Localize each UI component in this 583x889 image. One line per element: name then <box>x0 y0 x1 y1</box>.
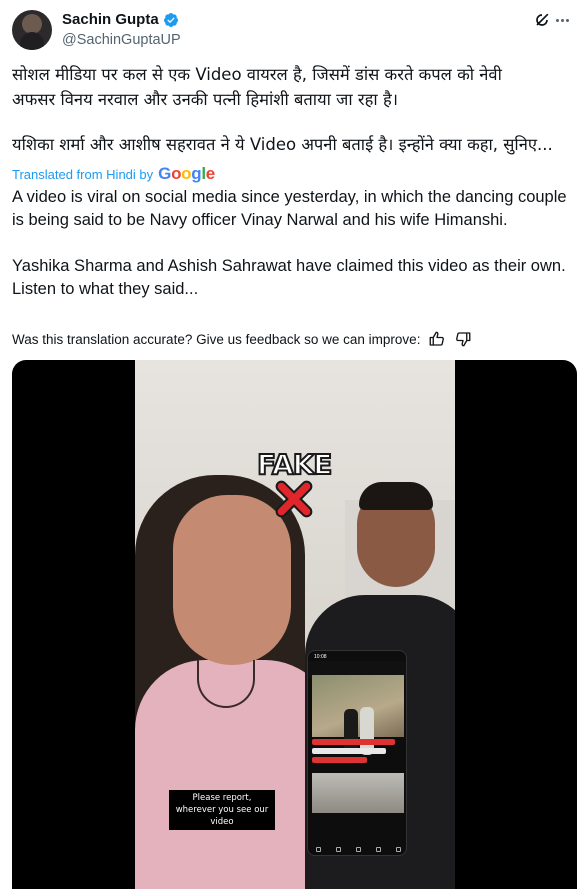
author-name[interactable]: Sachin Gupta <box>62 11 159 28</box>
video-frame[interactable]: FAKE 10:08 Please report, wherever you s… <box>135 360 455 889</box>
video-subtitle: Please report, wherever you see our vide… <box>169 790 275 830</box>
grok-icon[interactable] <box>532 10 552 30</box>
woman-face <box>173 495 291 665</box>
thumbs-down-icon[interactable] <box>454 330 472 348</box>
red-x-icon <box>275 480 313 518</box>
video-player[interactable]: FAKE 10:08 Please report, wherever you s… <box>12 360 577 889</box>
translation-paragraph: Yashika Sharma and Ashish Sahrawat have … <box>12 257 566 298</box>
avatar[interactable] <box>12 10 52 50</box>
man-hair <box>359 482 433 510</box>
feedback-prompt: Was this translation accurate? Give us f… <box>12 331 421 347</box>
verified-badge-icon <box>163 12 178 27</box>
fake-label: FAKE <box>256 447 333 482</box>
tweet-header: Sachin Gupta @SachinGuptaUP <box>12 8 572 54</box>
more-dots-icon[interactable] <box>552 10 572 30</box>
phone-caption <box>312 739 404 769</box>
tweet-line: यशिका शर्मा और आशीष सहरावत ने ये Video अ… <box>12 135 553 154</box>
phone-second-photo <box>312 773 404 813</box>
translation-paragraph: A video is viral on social media since y… <box>12 188 567 229</box>
phone-nav-bar <box>308 843 406 855</box>
translated-text: A video is viral on social media since y… <box>12 186 572 301</box>
thumbs-up-icon[interactable] <box>428 330 446 348</box>
phone-dance-photo <box>312 675 404 755</box>
google-logo: Google <box>158 164 215 183</box>
tweet-line: सोशल मीडिया पर कल से एक Video वायरल है, … <box>12 65 502 84</box>
phone-time: 10:08 <box>314 654 327 660</box>
tweet-line: अफसर विनय नरवाल और उनकी पत्नी हिमांशी बत… <box>12 90 398 109</box>
tweet-text-hindi: सोशल मीडिया पर कल से एक Video वायरल है, … <box>12 62 575 157</box>
author-name-row: Sachin Gupta <box>62 11 179 28</box>
phone-screen-inset: 10:08 <box>307 650 407 856</box>
translated-label: Translated from Hindi by <box>12 166 154 182</box>
translated-by[interactable]: Translated from Hindi by Google <box>12 164 215 184</box>
translation-feedback: Was this translation accurate? Give us f… <box>12 330 472 348</box>
author-handle[interactable]: @SachinGuptaUP <box>62 32 181 48</box>
